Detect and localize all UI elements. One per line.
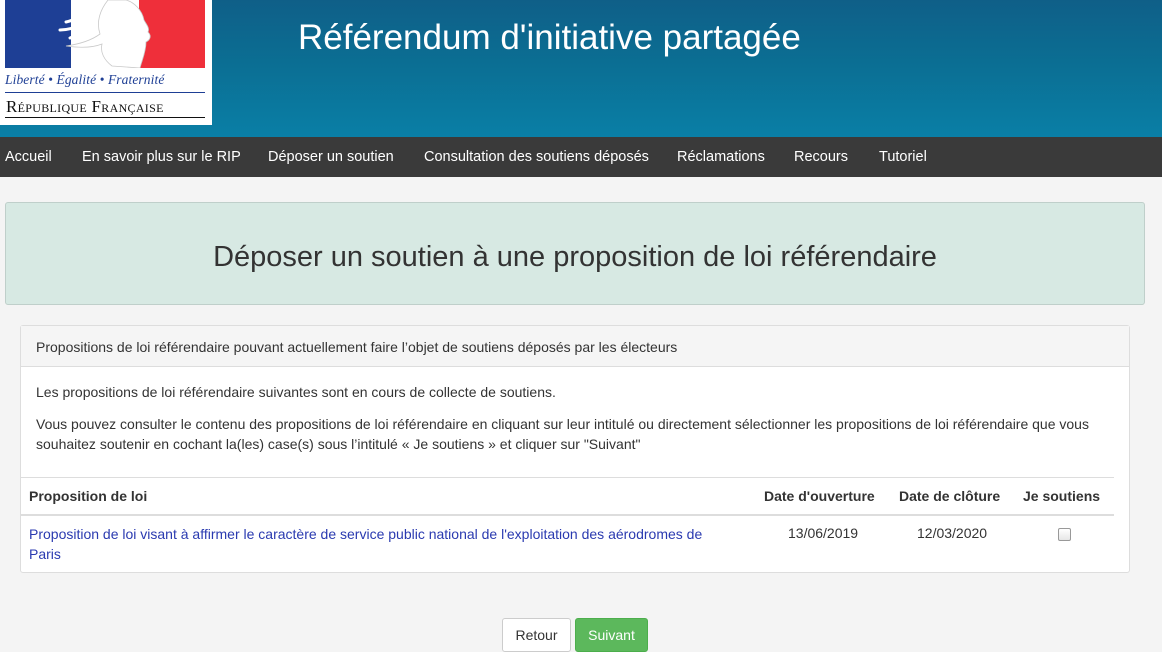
nav-consultation-soutiens[interactable]: Consultation des soutiens déposés <box>424 137 649 177</box>
table-top-border <box>21 477 1114 478</box>
closing-date: 12/03/2020 <box>917 525 988 541</box>
panel-heading: Propositions de loi référendaire pouvant… <box>21 326 1129 367</box>
column-header-proposition: Proposition de loi <box>29 488 148 504</box>
marianne-icon <box>58 0 151 68</box>
nav-recours[interactable]: Recours <box>794 137 848 177</box>
nav-tutoriel[interactable]: Tutoriel <box>879 137 927 177</box>
back-button[interactable]: Retour <box>502 618 571 652</box>
nav-en-savoir-plus[interactable]: En savoir plus sur le RIP <box>82 137 241 177</box>
republique-francaise-logo[interactable]: Liberté • Égalité • Fraternité Républiqu… <box>0 0 212 125</box>
panel-heading-text: Propositions de loi référendaire pouvant… <box>36 339 678 355</box>
republic-name: République Française <box>6 97 164 116</box>
intro-text: Les propositions de loi référendaire sui… <box>36 384 556 400</box>
instructions-text: Vous pouvez consulter le contenu des pro… <box>36 416 1089 452</box>
next-button[interactable]: Suivant <box>575 618 648 652</box>
nav-deposer-soutien[interactable]: Déposer un soutien <box>268 137 394 177</box>
column-header-support: Je soutiens <box>1023 488 1101 504</box>
republic-underline <box>5 117 205 118</box>
support-checkbox[interactable] <box>1058 528 1071 541</box>
site-header: Liberté • Égalité • Fraternité Républiqu… <box>0 0 1162 137</box>
column-header-opening-date: Date d'ouverture <box>764 488 875 504</box>
proposition-link[interactable]: Proposition de loi visant à affirmer le … <box>29 524 729 564</box>
propositions-panel: Propositions de loi référendaire pouvant… <box>20 325 1130 573</box>
main-navbar: Accueil En savoir plus sur le RIP Dépose… <box>0 137 1162 177</box>
opening-date: 13/06/2019 <box>788 525 859 541</box>
page-title-banner: Déposer un soutien à une proposition de … <box>5 202 1145 305</box>
column-header-closing-date: Date de clôture <box>899 488 1001 504</box>
nav-reclamations[interactable]: Réclamations <box>677 137 765 177</box>
motto-divider <box>5 92 205 93</box>
nav-accueil[interactable]: Accueil <box>5 137 52 177</box>
site-title: Référendum d'initiative partagée <box>298 18 801 57</box>
page-title: Déposer un soutien à une proposition de … <box>213 241 937 273</box>
table-header-border <box>21 514 1114 516</box>
republic-motto: Liberté • Égalité • Fraternité <box>5 72 165 87</box>
